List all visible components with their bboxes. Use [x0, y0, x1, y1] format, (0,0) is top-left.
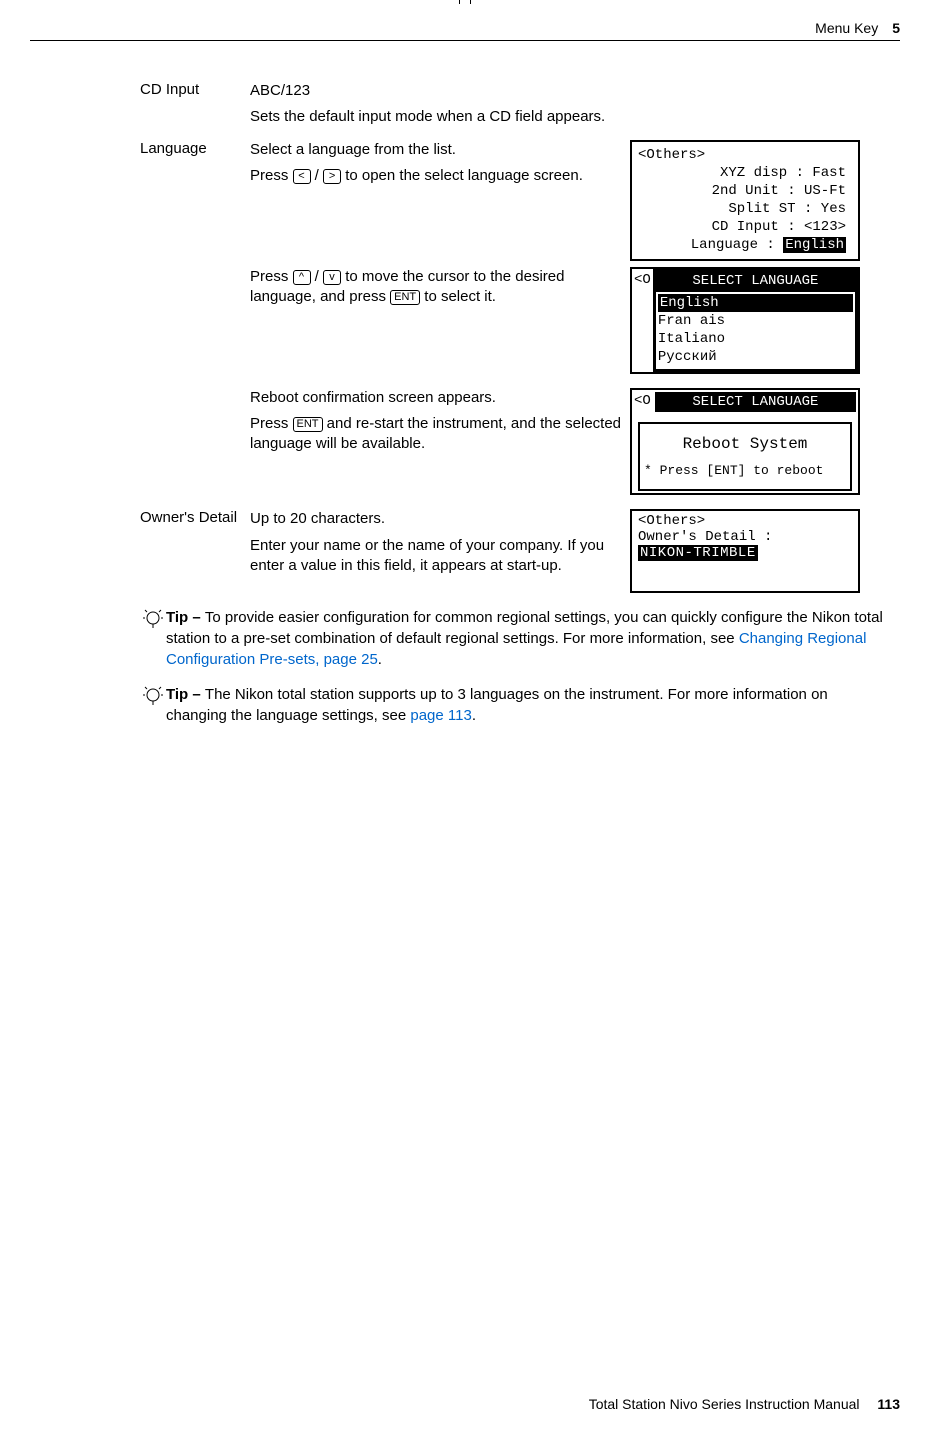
- screen-select-language: <O SELECT LANGUAGE English Fran ais Ital…: [630, 267, 860, 374]
- language-desc-1: Select a language from the list. Press <…: [250, 140, 630, 193]
- screen-others-l3: Split ST : Yes: [638, 200, 846, 218]
- lightbulb-icon: [140, 607, 166, 635]
- row-language-1: Language Select a language from the list…: [140, 140, 900, 261]
- screen-others-l1: XYZ disp : Fast: [638, 164, 846, 182]
- screen-others-title: <Others>: [638, 146, 852, 164]
- cd-input-value: ABC/123: [250, 81, 630, 101]
- reboot-msg: Reboot System: [644, 434, 846, 455]
- cd-input-desc: ABC/123 Sets the default input mode when…: [250, 81, 630, 134]
- page-footer: Total Station Nivo Series Instruction Ma…: [589, 1396, 900, 1412]
- reboot-hint: * Press [ENT] to reboot: [644, 463, 846, 480]
- page-header: Menu Key 5: [30, 20, 900, 41]
- language-line4: Reboot confirmation screen appears.: [250, 388, 630, 408]
- language-line2: Press < / > to open the select language …: [250, 166, 630, 186]
- footer-manual: Total Station Nivo Series Instruction Ma…: [589, 1396, 860, 1412]
- key-ent-1: ENT: [390, 290, 420, 305]
- content-area: CD Input ABC/123 Sets the default input …: [140, 81, 900, 593]
- screen-sl-prefix: <O: [632, 269, 653, 372]
- screen-reboot-bar: SELECT LANGUAGE: [655, 392, 856, 412]
- lang-opt-0: English: [658, 294, 853, 312]
- header-chapter: 5: [892, 20, 900, 36]
- language-line3: Press ^ / v to move the cursor to the de…: [250, 267, 630, 308]
- language-line5: Press ENT and re-start the instrument, a…: [250, 414, 630, 455]
- screen-owner-value: NIKON-TRIMBLE: [638, 545, 758, 561]
- cd-input-label: CD Input: [140, 81, 250, 98]
- crop-mark-top: [459, 0, 471, 4]
- tip-2: Tip – The Nikon total station supports u…: [140, 684, 890, 726]
- row-cd-input: CD Input ABC/123 Sets the default input …: [140, 81, 900, 134]
- owner-line2: Enter your name or the name of your comp…: [250, 536, 630, 577]
- row-language-3: Reboot confirmation screen appears. Pres…: [140, 388, 900, 496]
- screen-sl-title: SELECT LANGUAGE: [655, 271, 856, 291]
- language-label: Language: [140, 140, 250, 157]
- screen-others: <Others> XYZ disp : Fast 2nd Unit : US-F…: [630, 140, 860, 261]
- key-right: >: [323, 169, 341, 184]
- row-language-2: Press ^ / v to move the cursor to the de…: [140, 267, 900, 374]
- screen-reboot-inner: Reboot System * Press [ENT] to reboot: [638, 422, 852, 492]
- screen-others-l5: Language : English: [638, 236, 846, 254]
- tip-2-text: Tip – The Nikon total station supports u…: [166, 684, 890, 726]
- cd-input-description: Sets the default input mode when a CD fi…: [250, 107, 630, 127]
- screen-owner-title: <Others>: [638, 513, 852, 529]
- tip-1: Tip – To provide easier configuration fo…: [140, 607, 890, 670]
- lang-opt-1: Fran ais: [658, 312, 853, 330]
- tip-2-link[interactable]: page 113: [410, 707, 471, 724]
- screen-owner: <Others> Owner's Detail : NIKON-TRIMBLE: [630, 509, 860, 593]
- key-down: v: [323, 270, 341, 285]
- language-desc-3: Reboot confirmation screen appears. Pres…: [250, 388, 630, 461]
- lightbulb-icon: [140, 684, 166, 712]
- key-up: ^: [293, 270, 311, 285]
- language-desc-2: Press ^ / v to move the cursor to the de…: [250, 267, 630, 314]
- screen-others-l2: 2nd Unit : US-Ft: [638, 182, 846, 200]
- lang-opt-2: Italiano: [658, 330, 853, 348]
- lang-opt-3: Русский: [658, 348, 853, 366]
- owner-desc: Up to 20 characters. Enter your name or …: [250, 509, 630, 582]
- language-line1: Select a language from the list.: [250, 140, 630, 160]
- tip-1-text: Tip – To provide easier configuration fo…: [166, 607, 890, 670]
- owner-label: Owner's Detail: [140, 509, 250, 526]
- key-ent-2: ENT: [293, 417, 323, 432]
- row-owner: Owner's Detail Up to 20 characters. Ente…: [140, 509, 900, 593]
- screen-sl-list: English Fran ais Italiano Русский: [655, 291, 856, 370]
- owner-line1: Up to 20 characters.: [250, 509, 630, 529]
- footer-page: 113: [877, 1396, 900, 1412]
- key-left: <: [293, 169, 311, 184]
- header-section: Menu Key: [815, 20, 878, 36]
- screen-others-l4: CD Input : <123>: [638, 218, 846, 236]
- screen-reboot-prefix: <O: [632, 390, 653, 412]
- screen-owner-label: Owner's Detail :: [638, 529, 852, 545]
- screen-reboot: <O SELECT LANGUAGE Reboot System * Press…: [630, 388, 860, 496]
- page: Menu Key 5 CD Input ABC/123 Sets the def…: [0, 0, 930, 1432]
